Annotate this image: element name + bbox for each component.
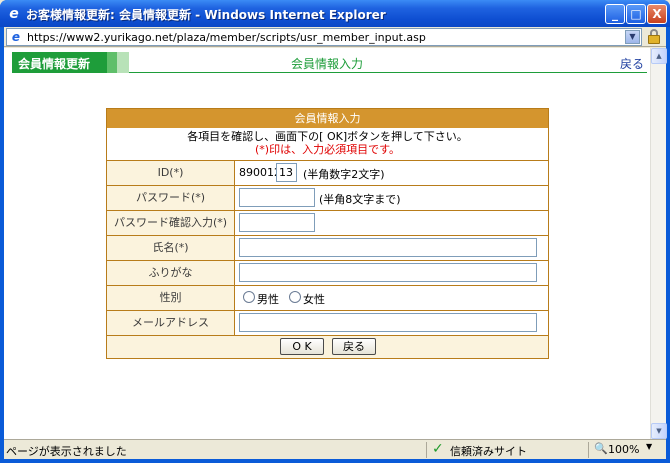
window-title: お客様情報更新: 会員情報更新 - Windows Internet Explo…: [26, 8, 386, 22]
status-text: ページが表示されました: [6, 445, 127, 458]
password-label: パスワード(*): [107, 186, 235, 210]
zoom-dropdown-icon[interactable]: ▼: [646, 442, 652, 451]
password-input[interactable]: [239, 188, 315, 207]
gender-male-label[interactable]: 男性: [257, 291, 279, 307]
address-url[interactable]: https://www2.yurikago.net/plaza/member/s…: [27, 31, 426, 44]
form-heading: 会員情報入力: [107, 109, 548, 128]
zoom-icon[interactable]: 🔍: [594, 443, 608, 455]
status-bar: ページが表示されました ✓ 信頼済みサイト 🔍 100% ▼: [4, 439, 666, 459]
back-button[interactable]: 戻る: [332, 338, 376, 355]
back-link[interactable]: 戻る: [620, 55, 644, 72]
status-divider: [426, 442, 427, 458]
id-input[interactable]: [276, 163, 297, 182]
form-instruction: 各項目を確認し、画面下の[ OK]ボタンを押して下さい。: [187, 130, 468, 143]
name-label: 氏名(*): [107, 236, 235, 260]
row-password-confirm: パスワード確認入力(*): [107, 211, 548, 236]
row-id: ID(*) 890012 (半角数字2文字): [107, 161, 548, 186]
scroll-up-icon[interactable]: ▲: [651, 48, 667, 64]
page-icon: e: [11, 30, 21, 44]
security-zone[interactable]: 信頼済みサイト: [450, 443, 527, 459]
gender-female-radio[interactable]: [289, 291, 301, 303]
id-prefix: 890012: [239, 166, 281, 179]
row-email: メールアドレス: [107, 311, 548, 336]
page-content: 会員情報更新 会員情報入力 戻る 会員情報入力 各項目を確認し、画面下の[ OK…: [4, 48, 650, 439]
member-form: 会員情報入力 各項目を確認し、画面下の[ OK]ボタンを押して下さい。 (*)印…: [106, 108, 549, 359]
row-furigana: ふりがな: [107, 261, 548, 286]
name-input[interactable]: [239, 238, 537, 257]
gender-female-label[interactable]: 女性: [303, 291, 325, 307]
gender-label: 性別: [107, 286, 235, 310]
email-label: メールアドレス: [107, 311, 235, 335]
row-name: 氏名(*): [107, 236, 548, 261]
password-confirm-input[interactable]: [239, 213, 315, 232]
zoom-level[interactable]: 100%: [608, 443, 639, 456]
scroll-down-icon[interactable]: ▼: [651, 423, 667, 439]
page-title: 会員情報入力: [290, 57, 363, 71]
ie-logo-icon: e: [9, 6, 19, 22]
minimize-button[interactable]: _: [605, 4, 625, 24]
close-button[interactable]: X: [647, 4, 667, 24]
browser-window: e お客様情報更新: 会員情報更新 - Windows Internet Exp…: [0, 0, 670, 463]
ok-button[interactable]: O K: [280, 338, 324, 355]
id-hint: (半角数字2文字): [303, 168, 385, 181]
row-gender: 性別 男性 女性: [107, 286, 548, 311]
address-dropdown-icon[interactable]: ▼: [625, 30, 640, 44]
furigana-input[interactable]: [239, 263, 537, 282]
gender-male-radio[interactable]: [243, 291, 255, 303]
form-intro: 各項目を確認し、画面下の[ OK]ボタンを押して下さい。 (*)印は、入力必須項…: [107, 128, 548, 161]
vertical-scrollbar[interactable]: ▲ ▼: [650, 48, 667, 439]
required-note: (*)印は、入力必須項目です。: [255, 143, 400, 156]
password-confirm-label: パスワード確認入力(*): [107, 211, 235, 235]
furigana-label: ふりがな: [107, 261, 235, 285]
form-footer: O K 戻る: [107, 336, 548, 358]
address-field[interactable]: e https://www2.yurikago.net/plaza/member…: [6, 28, 642, 46]
password-hint: (半角8文字まで): [319, 193, 401, 206]
lock-icon[interactable]: [646, 28, 662, 45]
row-password: パスワード(*) (半角8文字まで): [107, 186, 548, 211]
header-divider: [129, 72, 647, 73]
browser-client: e https://www2.yurikago.net/plaza/member…: [4, 27, 667, 459]
check-icon: ✓: [432, 441, 444, 457]
title-bar[interactable]: e お客様情報更新: 会員情報更新 - Windows Internet Exp…: [0, 0, 670, 27]
status-divider: [588, 442, 589, 458]
id-label: ID(*): [107, 161, 235, 185]
maximize-button[interactable]: □: [626, 4, 646, 24]
address-bar: e https://www2.yurikago.net/plaza/member…: [4, 27, 666, 47]
email-input[interactable]: [239, 313, 537, 332]
